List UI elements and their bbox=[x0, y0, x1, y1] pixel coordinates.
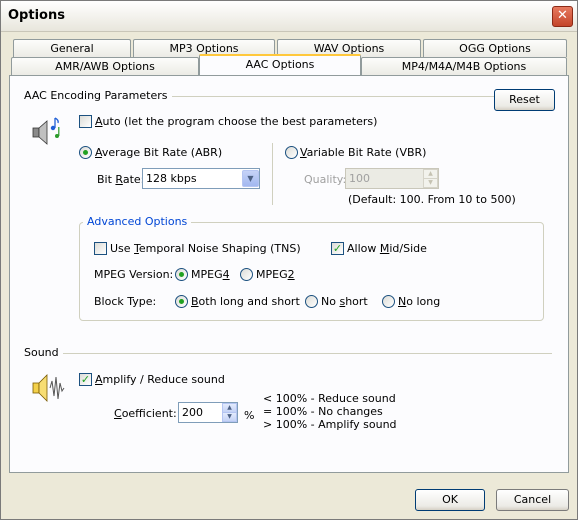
mpeg2-radio[interactable] bbox=[240, 268, 253, 281]
block-type-label: Block Type: bbox=[94, 295, 157, 308]
coef-spin-down-icon[interactable]: ▼ bbox=[222, 412, 237, 422]
window-title: Options bbox=[8, 8, 65, 23]
mpeg-version-label: MPEG Version: bbox=[94, 268, 174, 281]
dropdown-arrow-icon[interactable]: ▼ bbox=[242, 170, 259, 187]
tns-label[interactable]: Use Temporal Noise Shaping (TNS) bbox=[110, 242, 301, 255]
auto-checkbox[interactable] bbox=[79, 115, 92, 128]
title-bar[interactable]: Options ✕ bbox=[1, 1, 577, 32]
sound-section-divider bbox=[25, 353, 552, 354]
advanced-options-title: Advanced Options bbox=[83, 215, 192, 228]
reset-button[interactable]: Reset bbox=[494, 89, 555, 111]
bitrate-label: Bit Rate: bbox=[97, 173, 145, 186]
amplify-checkbox[interactable]: ✓ bbox=[79, 373, 92, 386]
tab-general[interactable]: General bbox=[13, 39, 131, 57]
cancel-button[interactable]: Cancel bbox=[496, 489, 569, 511]
amplify-hint-nochange: = 100% - No changes bbox=[263, 405, 383, 418]
block-noshort-radio[interactable] bbox=[305, 295, 318, 308]
options-window: Options ✕ General MP3 Options WAV Option… bbox=[0, 0, 578, 520]
mpeg4-label[interactable]: MPEG4 bbox=[191, 268, 230, 281]
spin-down-icon[interactable]: ▼ bbox=[423, 178, 438, 188]
midside-checkbox[interactable]: ✓ bbox=[331, 242, 344, 255]
aac-music-icon bbox=[32, 117, 60, 145]
midside-label[interactable]: Allow Mid/Side bbox=[347, 242, 427, 255]
close-button[interactable]: ✕ bbox=[552, 6, 573, 27]
block-both-radio[interactable] bbox=[175, 295, 188, 308]
tab-ogg-options[interactable]: OGG Options bbox=[423, 39, 567, 57]
tab-amr-awb-options[interactable]: AMR/AWB Options bbox=[11, 57, 199, 75]
coefficient-label: Coefficient: bbox=[114, 407, 177, 420]
coefficient-unit: % bbox=[244, 409, 255, 422]
mpeg4-radio[interactable] bbox=[175, 268, 188, 281]
abr-label[interactable]: Average Bit Rate (ABR) bbox=[95, 146, 222, 159]
abr-radio[interactable] bbox=[79, 146, 92, 159]
quality-value: 100 bbox=[349, 172, 370, 185]
block-nolong-label[interactable]: No long bbox=[398, 295, 440, 308]
amplify-hint-amplify: > 100% - Amplify sound bbox=[263, 418, 397, 431]
amplify-hint-reduce: < 100% - Reduce sound bbox=[263, 392, 396, 405]
tab-aac-options[interactable]: AAC Options bbox=[199, 54, 361, 75]
speaker-wave-icon bbox=[32, 374, 65, 402]
auto-label[interactable]: Auto (let the program choose the best pa… bbox=[95, 115, 377, 128]
vbr-label[interactable]: Variable Bit Rate (VBR) bbox=[300, 146, 426, 159]
close-icon: ✕ bbox=[557, 8, 568, 23]
block-nolong-radio[interactable] bbox=[382, 295, 395, 308]
tab-mp4-options[interactable]: MP4/M4A/M4B Options bbox=[361, 57, 567, 75]
block-noshort-label[interactable]: No short bbox=[321, 295, 368, 308]
block-both-label[interactable]: Both long and short bbox=[191, 295, 300, 308]
bitrate-value: 128 kbps bbox=[146, 172, 197, 185]
ok-button[interactable]: OK bbox=[415, 489, 485, 511]
tns-checkbox[interactable] bbox=[94, 242, 107, 255]
coefficient-value: 200 bbox=[182, 406, 203, 419]
quality-hint: (Default: 100. From 10 to 500) bbox=[348, 193, 516, 206]
amplify-label[interactable]: Amplify / Reduce sound bbox=[95, 373, 225, 386]
aac-section-title: AAC Encoding Parameters bbox=[24, 89, 172, 102]
sound-section-title: Sound bbox=[24, 346, 63, 359]
quality-label: Quality: bbox=[304, 173, 347, 186]
vbr-radio[interactable] bbox=[285, 146, 298, 159]
abr-vbr-separator bbox=[272, 143, 273, 205]
mpeg2-label[interactable]: MPEG2 bbox=[256, 268, 295, 281]
